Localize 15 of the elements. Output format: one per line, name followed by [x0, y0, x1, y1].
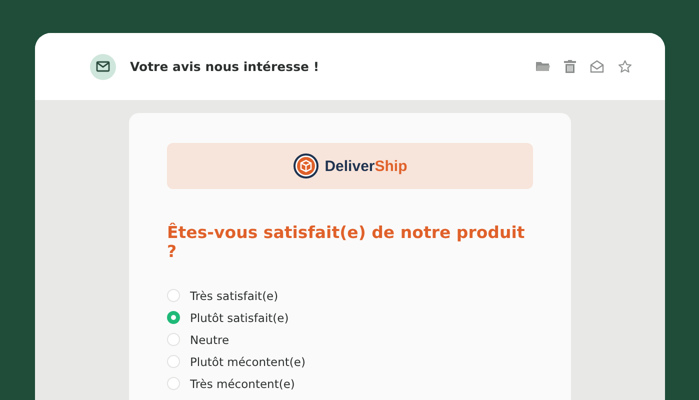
- answer-option[interactable]: Neutre: [167, 331, 533, 348]
- survey-question: Êtes-vous satisfait(e) de notre produit ?: [167, 223, 526, 261]
- answer-option[interactable]: Très mécontent(e): [167, 375, 533, 392]
- star-icon[interactable]: [618, 60, 632, 73]
- open-envelope-icon[interactable]: [590, 60, 604, 73]
- answer-option[interactable]: Plutôt satisfait(e): [167, 309, 533, 326]
- trash-icon[interactable]: [564, 60, 576, 73]
- box-logo-icon: [292, 153, 319, 179]
- radio-button[interactable]: [167, 311, 180, 324]
- mail-icon: [90, 54, 116, 80]
- brand-name: DeliverShip: [324, 158, 408, 174]
- answer-option[interactable]: Très satisfait(e): [167, 287, 533, 304]
- email-subject: Votre avis nous intéresse !: [130, 59, 320, 74]
- folder-icon[interactable]: [536, 61, 550, 72]
- answer-option[interactable]: Plutôt mécontent(e): [167, 353, 533, 370]
